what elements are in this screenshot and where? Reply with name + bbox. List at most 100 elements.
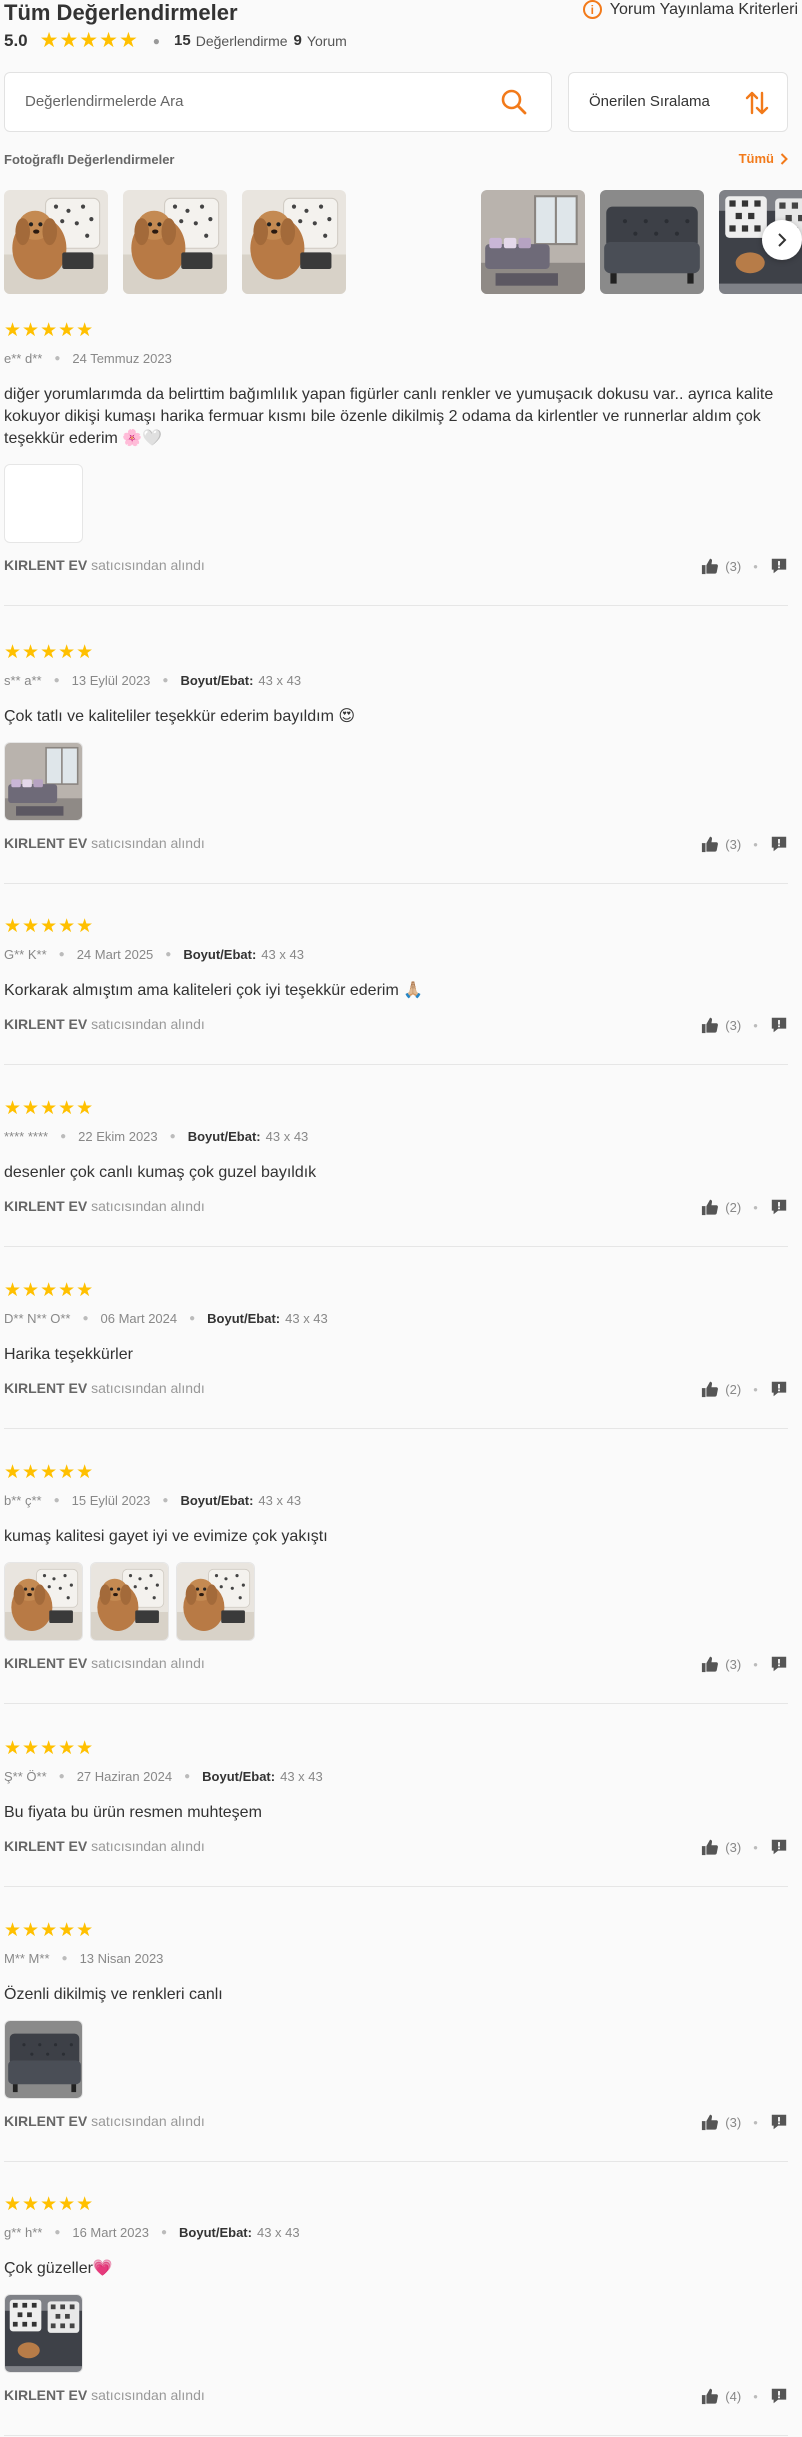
seller-name[interactable]: KIRLENT EV	[4, 2113, 87, 2129]
review-actions: (4) ●	[701, 2387, 788, 2405]
rating-summary: 5.0 ★★★★★ ● 15 Değerlendirme 9 Yorum	[4, 29, 347, 52]
seller-name[interactable]: KIRLENT EV	[4, 1198, 87, 1214]
review-footer: KIRLENT EV satıcısından alındı (2) ●	[4, 1380, 788, 1400]
review-count-label: Yorum	[306, 32, 347, 49]
like-count: (3)	[725, 2114, 742, 2130]
gallery-next-button[interactable]	[762, 220, 802, 260]
like-count: (3)	[725, 1839, 742, 1855]
review-photos	[4, 2020, 788, 2099]
review-card: ★★★★★ Ş** Ö** ● 27 Haziran 2024 ● Boyut/Ebat:…	[4, 1737, 788, 1887]
review-photo[interactable]	[176, 1562, 255, 1641]
seller-suffix: satıcısından alındı	[91, 1838, 205, 1854]
thumbs-up-icon[interactable]	[701, 835, 719, 853]
seller-name[interactable]: KIRLENT EV	[4, 1838, 87, 1854]
report-icon[interactable]	[770, 557, 788, 575]
size-label: Boyut/Ebat:	[207, 1311, 281, 1326]
info-icon: i	[582, 0, 602, 19]
review-stars: ★★★★★	[4, 1280, 95, 1301]
thumbs-up-icon[interactable]	[701, 2387, 719, 2405]
review-actions: (3) ●	[701, 835, 788, 853]
like-count: (2)	[725, 1199, 742, 1215]
thumbs-up-icon[interactable]	[701, 1838, 719, 1856]
gallery-photo[interactable]	[600, 190, 704, 294]
report-icon[interactable]	[770, 2113, 788, 2131]
review-stars: ★★★★★	[4, 1920, 95, 1941]
review-actions: (3) ●	[701, 2113, 788, 2131]
review-criteria-link[interactable]: i Yorum Yayınlama Kriterleri	[582, 0, 798, 19]
review-card: ★★★★★ G** K** ● 24 Mart 2025 ● Boyut/Ebat: 43 …	[4, 915, 788, 1065]
review-footer: KIRLENT EV satıcısından alındı (3) ●	[4, 2113, 788, 2133]
review-photo[interactable]	[4, 1562, 83, 1641]
review-date: 13 Nisan 2023	[79, 1951, 164, 1966]
report-icon[interactable]	[770, 1838, 788, 1856]
review-stars: ★★★★★	[4, 2194, 95, 2215]
review-date: 13 Eylül 2023	[71, 673, 151, 688]
report-icon[interactable]	[770, 2387, 788, 2405]
rating-stars: ★★★★★	[39, 29, 139, 52]
review-user: M** M**	[4, 1951, 50, 1966]
review-meta: e** d** ● 24 Temmuz 2023	[4, 351, 172, 366]
size-value: 43 x 43	[265, 1129, 309, 1144]
review-user: e** d**	[4, 351, 43, 366]
seller-name[interactable]: KIRLENT EV	[4, 557, 87, 573]
seller-name[interactable]: KIRLENT EV	[4, 1380, 87, 1396]
review-photo[interactable]	[4, 2294, 83, 2373]
report-icon[interactable]	[770, 835, 788, 853]
review-text: Harika teşekkürler	[4, 1346, 133, 1363]
review-divider	[4, 883, 788, 884]
review-stars: ★★★★★	[4, 1738, 95, 1759]
review-photo[interactable]	[4, 742, 83, 821]
seller-name[interactable]: KIRLENT EV	[4, 2387, 87, 2403]
report-icon[interactable]	[770, 1380, 788, 1398]
thumbs-up-icon[interactable]	[701, 1016, 719, 1034]
review-stars: ★★★★★	[4, 1098, 95, 1119]
size-value: 43 x 43	[280, 1769, 323, 1784]
thumbs-up-icon[interactable]	[701, 1198, 719, 1216]
report-icon[interactable]	[770, 1198, 788, 1216]
review-date: 24 Temmuz 2023	[72, 351, 172, 366]
review-text: Çok tatlı ve kaliteliler teşekkür ederim…	[4, 708, 356, 725]
review-divider	[4, 2161, 788, 2162]
gallery-photo[interactable]	[4, 190, 108, 294]
review-photo[interactable]	[90, 1562, 169, 1641]
search-input[interactable]: Değerlendirmelerde Ara	[4, 72, 552, 132]
review-actions: (2) ●	[701, 1198, 788, 1216]
review-photo[interactable]	[4, 2020, 83, 2099]
review-stars: ★★★★★	[4, 916, 95, 937]
review-text: Bu fiyata bu ürün resmen muhteşem	[4, 1804, 262, 1821]
seller-name[interactable]: KIRLENT EV	[4, 1655, 87, 1671]
review-text: diğer yorumlarımda da belirttim bağımlıl…	[4, 386, 774, 447]
review-criteria-label: Yorum Yayınlama Kriterleri	[609, 0, 798, 18]
review-divider	[4, 1064, 788, 1065]
gallery-photo[interactable]	[481, 190, 585, 294]
review-card: ★★★★★ g** h** ● 16 Mart 2023 ● Boyut/Ebat: 43 …	[4, 2193, 788, 2436]
sort-dropdown[interactable]: Önerilen Sıralama	[568, 72, 788, 132]
review-date: 06 Mart 2024	[100, 1311, 178, 1326]
report-icon[interactable]	[770, 1016, 788, 1034]
reviews-page: Tüm Değerlendirmeler i Yorum Yayınlama K…	[0, 0, 802, 2437]
like-count: (3)	[725, 558, 742, 574]
seller-suffix: satıcısından alındı	[91, 1198, 205, 1214]
report-icon[interactable]	[770, 1655, 788, 1673]
review-photo[interactable]	[4, 464, 83, 543]
seller-name[interactable]: KIRLENT EV	[4, 835, 87, 851]
thumbs-up-icon[interactable]	[701, 557, 719, 575]
review-card: ★★★★★ e** d** ● 24 Temmuz 2023 diğer yorumla…	[4, 319, 788, 606]
thumbs-up-icon[interactable]	[701, 1380, 719, 1398]
review-meta: b** ç** ● 15 Eylül 2023 ● Boyut/Ebat: 43 x 43	[4, 1493, 302, 1508]
size-label: Boyut/Ebat:	[183, 947, 257, 962]
review-actions: (3) ●	[701, 557, 788, 575]
review-date: 16 Mart 2023	[72, 2225, 149, 2240]
seller-name[interactable]: KIRLENT EV	[4, 1016, 87, 1032]
gallery-photo[interactable]	[242, 190, 346, 294]
review-text: Özenli dikilmiş ve renkleri canlı	[4, 1986, 223, 2003]
review-divider	[4, 1428, 788, 1429]
see-all-label: Tümü	[738, 151, 774, 166]
like-count: (3)	[725, 1017, 742, 1033]
gallery-photo[interactable]	[123, 190, 227, 294]
see-all-link[interactable]: Tümü	[739, 151, 788, 166]
review-actions: (3) ●	[701, 1838, 788, 1856]
search-icon[interactable]	[499, 87, 529, 117]
thumbs-up-icon[interactable]	[701, 1655, 719, 1673]
thumbs-up-icon[interactable]	[701, 2113, 719, 2131]
